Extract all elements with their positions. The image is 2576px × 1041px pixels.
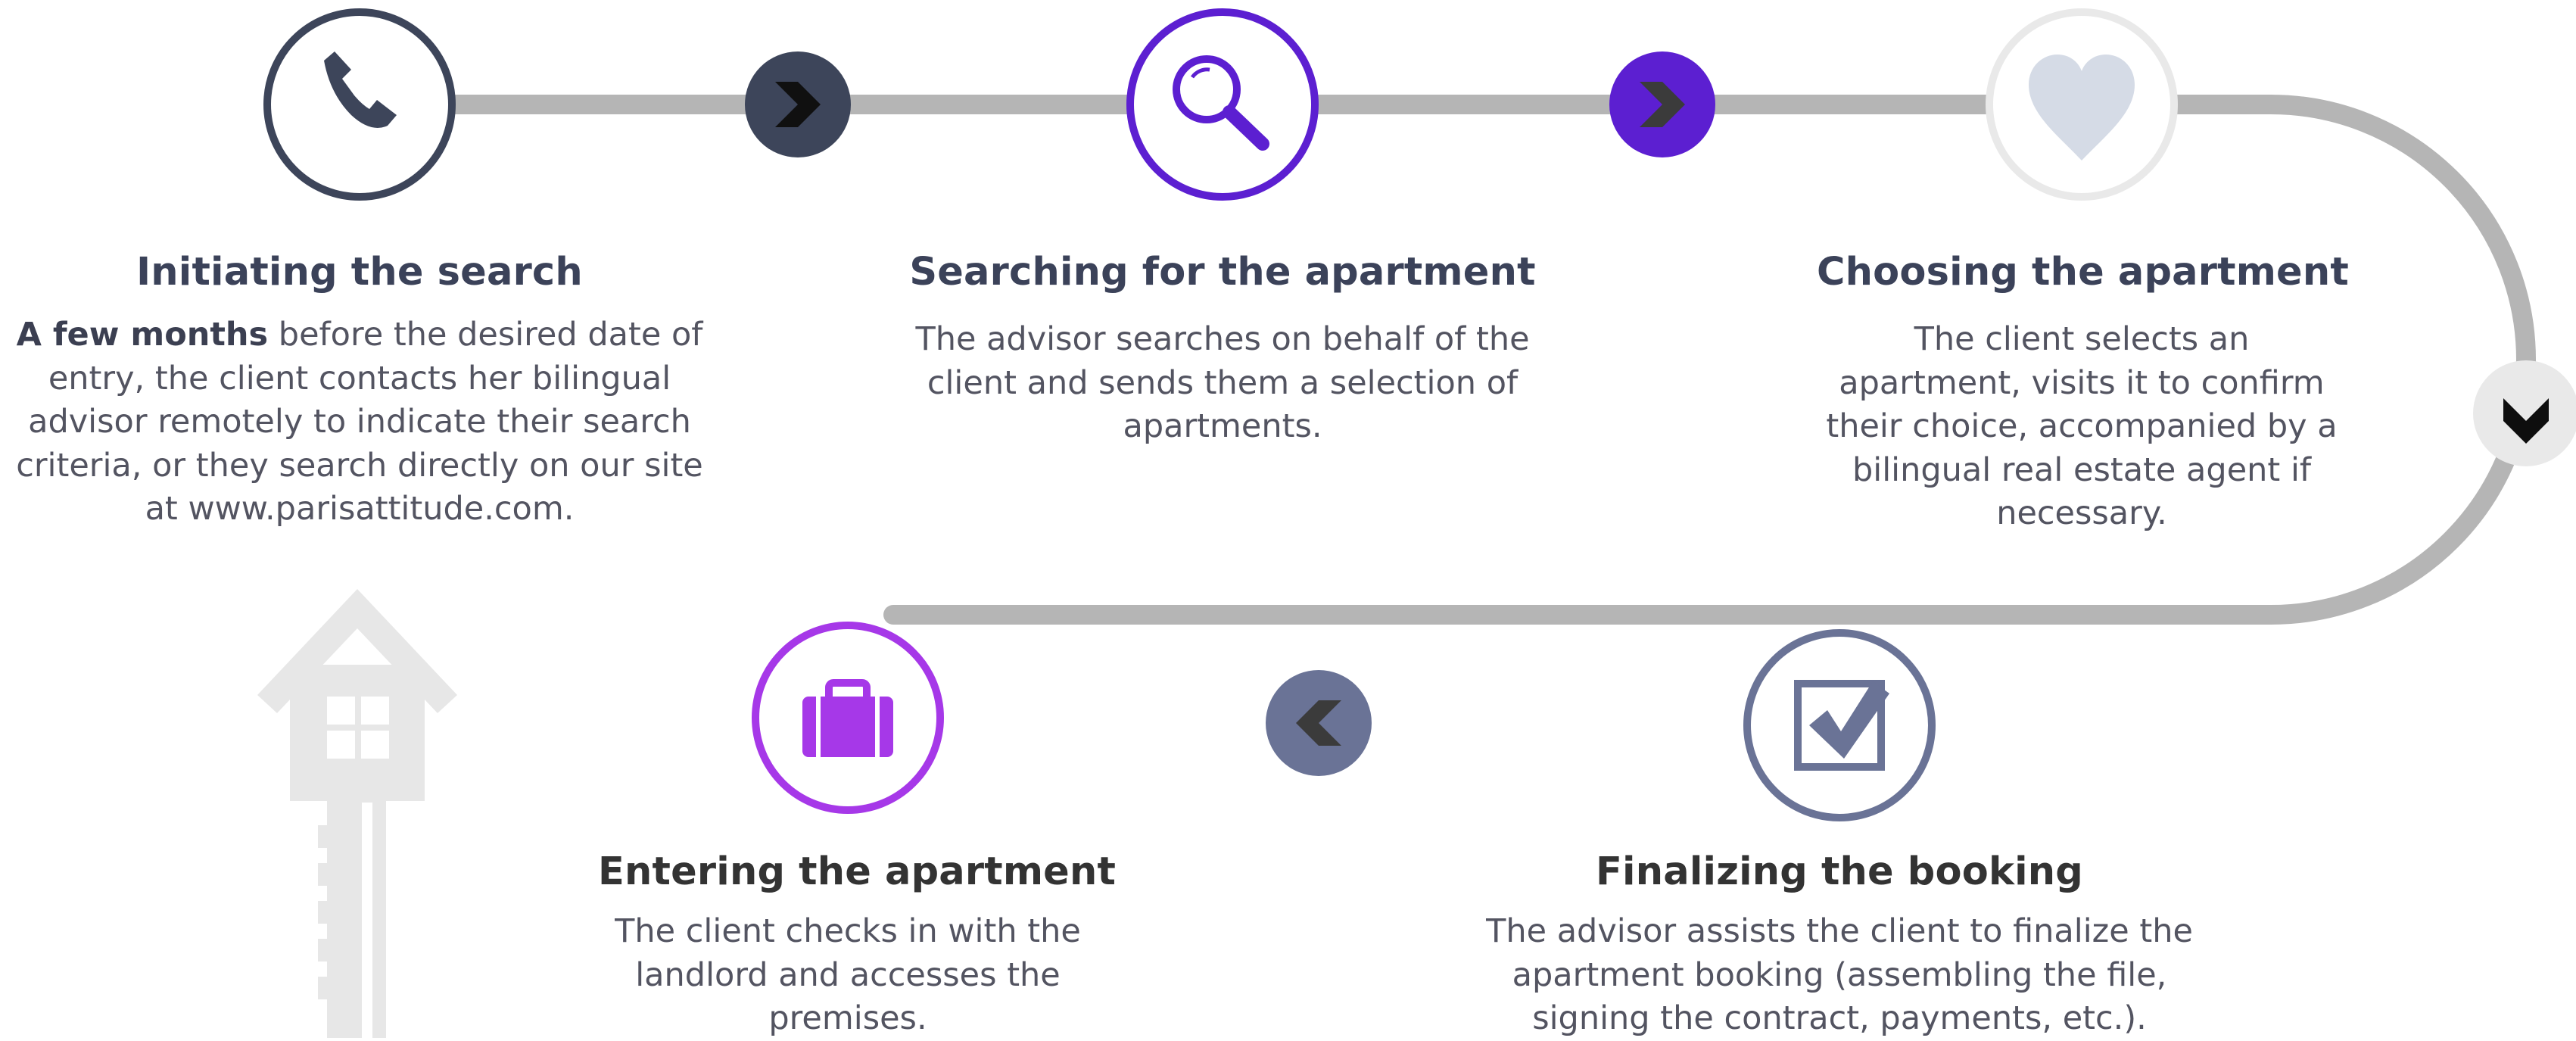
step-2-description: The advisor searches on behalf of the cl… — [915, 320, 1530, 445]
connector-2-chevron — [1609, 51, 1715, 157]
step-3-icon-circle — [1986, 8, 2178, 201]
step-1-emphasis: A few months — [16, 316, 269, 354]
step-3-title: Choosing the apartment — [1817, 250, 2349, 295]
step-4-icon-circle — [1743, 629, 1936, 821]
step-5-icon-circle — [752, 622, 944, 814]
step-1-icon-circle — [263, 8, 456, 201]
step-5-title: Entering the apartment — [598, 849, 1117, 894]
connector-4-chevron — [1266, 670, 1372, 776]
step-4-description: The advisor assists the client to finali… — [1486, 912, 2193, 1037]
step-1-title: Initiating the search — [136, 250, 583, 295]
step-4-title: Finalizing the booking — [1596, 849, 2083, 894]
connector-1-chevron — [745, 51, 851, 157]
connector-3-chevron — [2473, 360, 2576, 466]
step-3-description: The client selects an apartment, visits … — [1826, 320, 2338, 532]
step-2-icon-circle — [1126, 8, 1319, 201]
step-1-description: A few months before the desired date of … — [8, 313, 712, 531]
step-2-title: Searching for the apartment — [909, 250, 1536, 295]
step-5-description: The client checks in with the landlord a… — [615, 912, 1081, 1037]
house-key-icon — [257, 589, 457, 1038]
